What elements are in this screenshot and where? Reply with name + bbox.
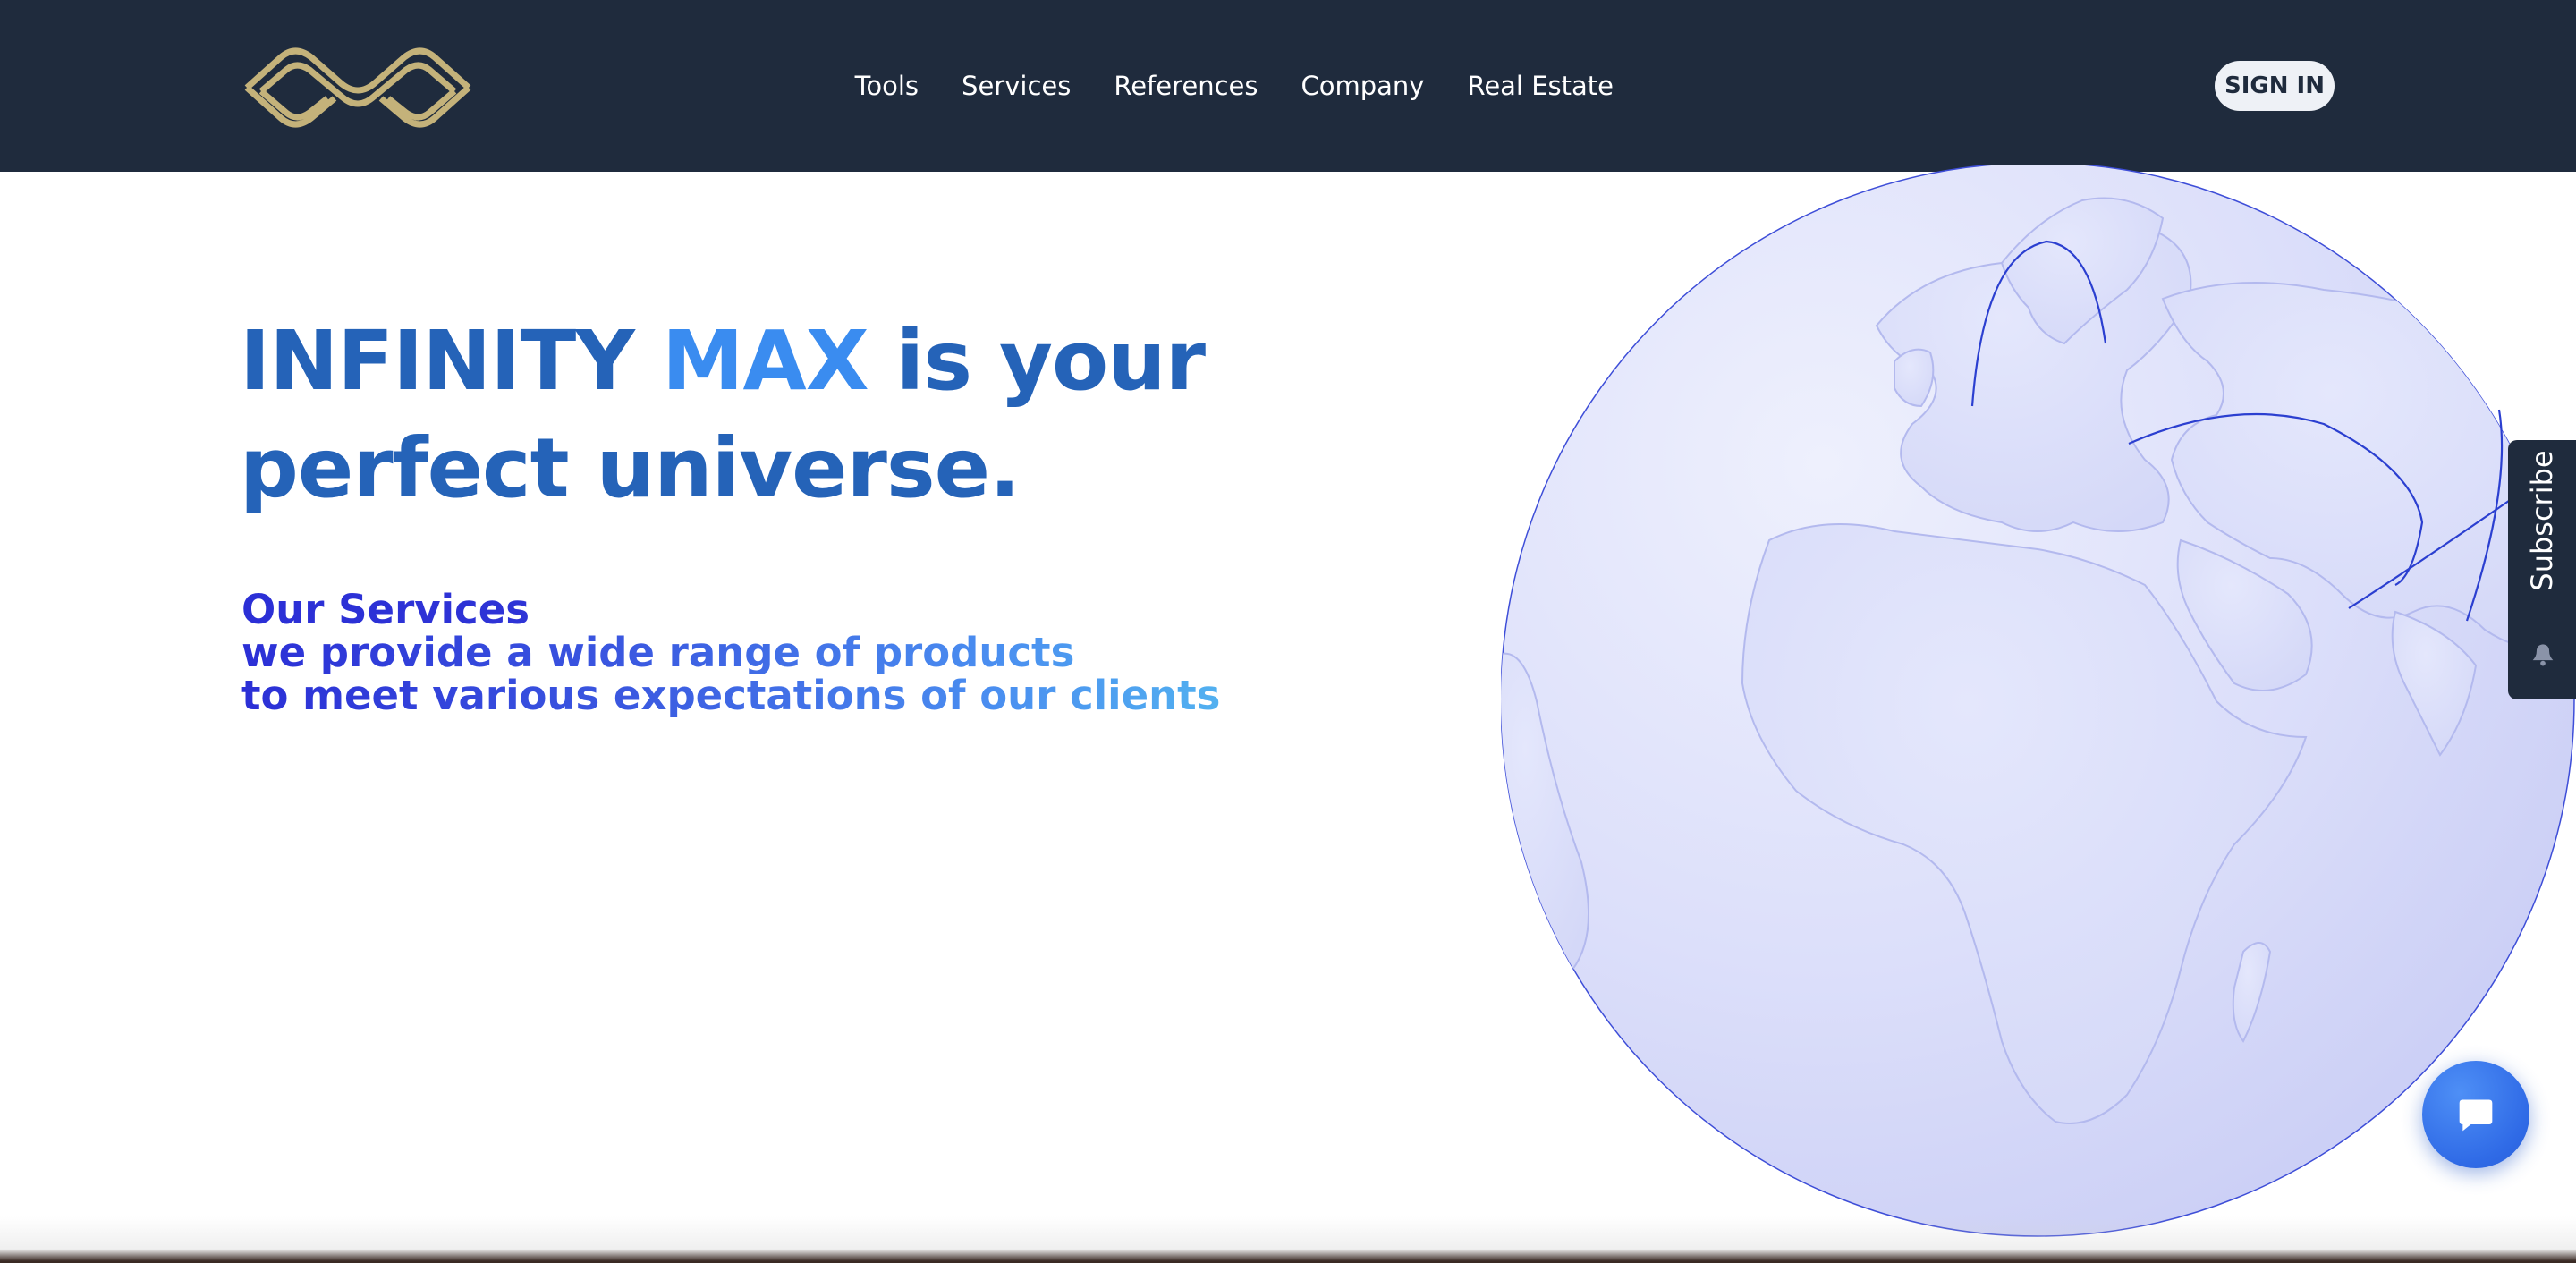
services-tagline: Our Services we provide a wide range of … — [242, 589, 1315, 717]
hero-title-accent: MAX — [661, 313, 869, 409]
hero-title-suffix: is your — [895, 313, 1206, 409]
services-line-1: we provide a wide range of products — [242, 632, 1315, 674]
sign-in-button[interactable]: SIGN IN — [2215, 61, 2334, 111]
page-bottom-edge — [0, 1216, 2576, 1263]
top-navbar: Tools Services References Company Real E… — [0, 0, 2576, 172]
bell-icon — [2532, 644, 2554, 666]
main-nav: Tools Services References Company Real E… — [855, 0, 1614, 172]
hero-title: INFINITY MAX is your perfect universe. — [240, 308, 1313, 522]
chat-button[interactable] — [2422, 1061, 2529, 1168]
globe — [1501, 165, 2576, 1238]
hero-title-line-1: INFINITY MAX is your — [240, 308, 1313, 415]
nav-references[interactable]: References — [1114, 71, 1258, 101]
nav-company[interactable]: Company — [1301, 71, 1425, 101]
services-heading: Our Services — [242, 589, 1315, 632]
chat-bubble-icon — [2459, 1099, 2493, 1132]
subscribe-tab[interactable]: Subscribe — [2508, 440, 2576, 699]
services-line-2: to meet various expectations of our clie… — [242, 674, 1315, 717]
nav-real-estate[interactable]: Real Estate — [1467, 71, 1614, 101]
hero-title-brand: INFINITY — [240, 313, 635, 409]
subscribe-label: Subscribe — [2525, 450, 2559, 591]
nav-tools[interactable]: Tools — [855, 71, 919, 101]
infinity-logo-icon[interactable] — [242, 32, 474, 136]
nav-services[interactable]: Services — [962, 71, 1071, 101]
hero-title-line-2: perfect universe. — [240, 420, 1021, 516]
